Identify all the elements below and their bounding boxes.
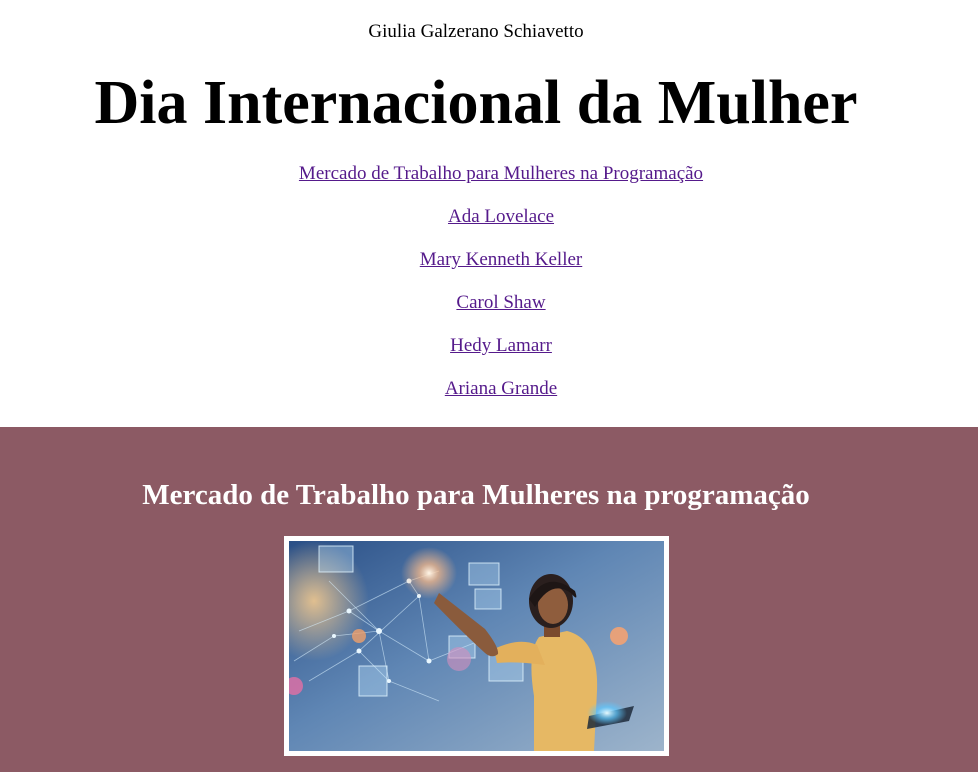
nav-link-hedy-lamarr[interactable]: Hedy Lamarr: [450, 335, 552, 356]
photo-frame: [284, 536, 669, 756]
nav-item: Hedy Lamarr: [0, 332, 978, 375]
section-title: Mercado de Trabalho para Mulheres na pro…: [142, 479, 810, 511]
nav-item: Ariana Grande: [0, 375, 978, 418]
nav-item: Ada Lovelace: [0, 203, 978, 246]
topic-navigation: Mercado de Trabalho para Mulheres na Pro…: [0, 160, 978, 418]
nav-item: Mary Kenneth Keller: [0, 246, 978, 289]
mercado-de-trabalho-section: Mercado de Trabalho para Mulheres na pro…: [0, 427, 978, 772]
nav-link-mary-kenneth-keller[interactable]: Mary Kenneth Keller: [420, 249, 583, 270]
woman-technology-photo: [289, 541, 664, 751]
nav-item: Mercado de Trabalho para Mulheres na Pro…: [0, 160, 978, 203]
nav-link-carol-shaw[interactable]: Carol Shaw: [456, 292, 545, 313]
nav-link-mercado-de-trabalho[interactable]: Mercado de Trabalho para Mulheres na Pro…: [299, 163, 703, 184]
page: Giulia Galzerano Schiavetto Dia Internac…: [0, 0, 978, 772]
nav-link-ariana-grande[interactable]: Ariana Grande: [445, 378, 557, 399]
page-title: Dia Internacional da Mulher: [94, 69, 858, 137]
author-name: Giulia Galzerano Schiavetto: [368, 21, 584, 42]
nav-link-ada-lovelace[interactable]: Ada Lovelace: [448, 206, 554, 227]
nav-item: Carol Shaw: [0, 289, 978, 332]
